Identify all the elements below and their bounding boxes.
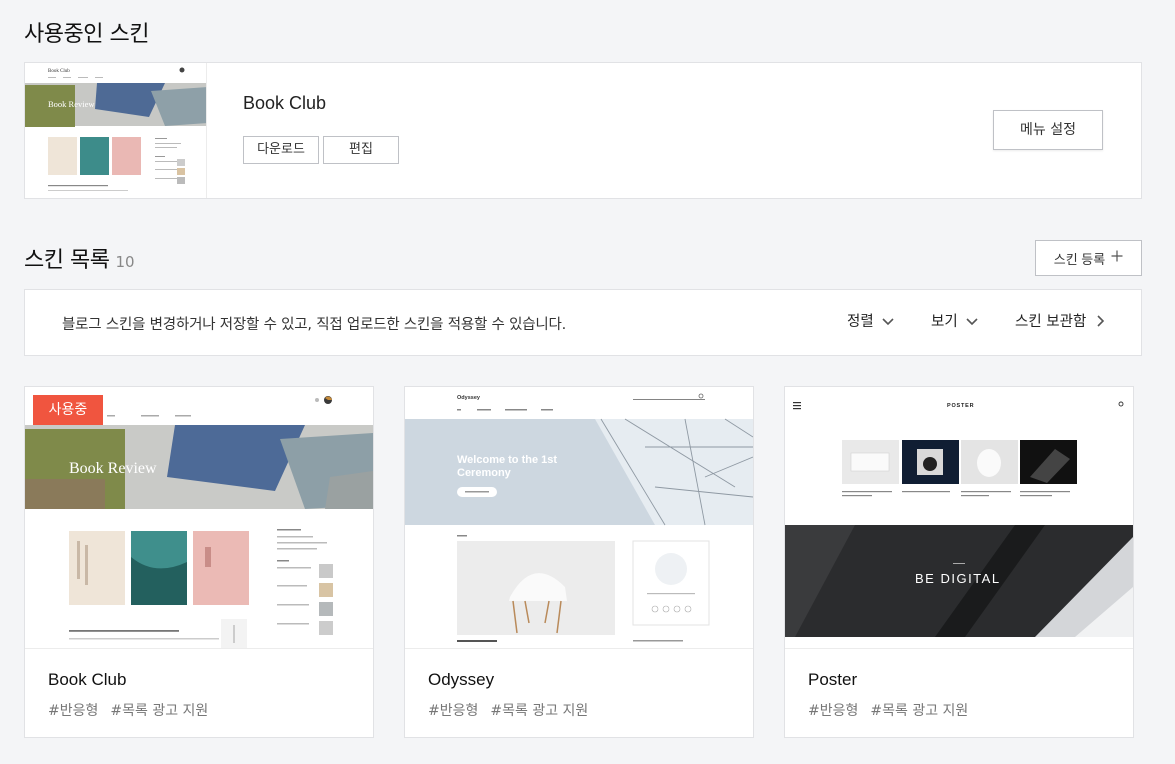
current-skin-title: 사용중인 스킨 xyxy=(24,22,149,47)
skin-tags: #반응형 #목록 광고 지원 xyxy=(428,700,588,720)
skin-card-book-club[interactable]: 사용중 Book Review Book Club #반응형 #목록 광고 지원 xyxy=(24,386,374,738)
skin-description: 블로그 스킨을 변경하거나 저장할 수 있고, 직접 업로드한 스킨을 적용할 … xyxy=(62,317,567,333)
chevron-right-icon xyxy=(1092,313,1108,329)
view-dropdown[interactable]: 보기 xyxy=(931,310,980,331)
register-skin-label: 스킨 등록 xyxy=(1053,251,1106,267)
skin-tags: #반응형 #목록 광고 지원 xyxy=(808,700,968,720)
skin-list-title: 스킨 목록 10 xyxy=(24,242,135,274)
skin-name: Poster xyxy=(808,670,858,689)
skin-card-odyssey[interactable]: Odyssey Welcome to the 1st Ceremony Odys… xyxy=(404,386,754,738)
skin-tag: #목록 광고 지원 xyxy=(490,703,589,719)
preview-brand: Odyssey xyxy=(457,395,481,401)
plus-icon xyxy=(1111,250,1123,266)
menu-settings-button[interactable]: 메뉴 설정 xyxy=(993,110,1103,150)
skin-tags: #반응형 #목록 광고 지원 xyxy=(48,700,208,720)
chevron-down-icon xyxy=(964,313,980,329)
skin-count: 10 xyxy=(115,253,135,271)
current-skin-thumbnail: Book Club Book Review xyxy=(25,63,207,198)
skin-tag: #반응형 xyxy=(48,703,99,719)
skin-settings-page: 사용중인 스킨 Book Club Book Review Book Club … xyxy=(0,0,1175,764)
sort-label: 정렬 xyxy=(847,314,874,330)
skin-tag: #목록 광고 지원 xyxy=(110,703,209,719)
edit-button[interactable]: 편집 xyxy=(323,136,399,164)
skin-info-bar: 블로그 스킨을 변경하거나 저장할 수 있고, 직접 업로드한 스킨을 적용할 … xyxy=(24,289,1142,356)
in-use-badge: 사용중 xyxy=(33,395,103,425)
view-label: 보기 xyxy=(931,314,958,330)
chevron-down-icon xyxy=(880,313,896,329)
thumb-brand: Book Club xyxy=(48,69,70,74)
skin-name: Odyssey xyxy=(428,670,495,689)
preview-brand: POSTER xyxy=(947,403,974,409)
current-skin-name: Book Club xyxy=(243,93,327,113)
current-skin-card: Book Club Book Review Book Club 다운로드 편집 … xyxy=(24,62,1142,199)
register-skin-button[interactable]: 스킨 등록 xyxy=(1035,240,1142,276)
archive-label: 스킨 보관함 xyxy=(1015,314,1087,330)
preview-hero-line2: Ceremony xyxy=(457,467,512,479)
skin-preview-odyssey: Odyssey Welcome to the 1st Ceremony xyxy=(405,387,753,649)
skin-tag: #반응형 xyxy=(808,703,859,719)
skin-archive-link[interactable]: 스킨 보관함 xyxy=(1015,310,1108,331)
skin-tag: #목록 광고 지원 xyxy=(870,703,969,719)
skin-card-poster[interactable]: POSTER BE DIGITAL Poster #반응형 #목록 광고 지원 xyxy=(784,386,1134,738)
skin-tag: #반응형 xyxy=(428,703,479,719)
preview-hero-line1: Welcome to the 1st xyxy=(457,454,557,466)
skin-preview-book-club: Book Review xyxy=(25,387,373,649)
preview-hero-text: Book Review xyxy=(69,460,157,477)
sort-dropdown[interactable]: 정렬 xyxy=(847,310,896,331)
preview-banner-text: BE DIGITAL xyxy=(915,571,1001,586)
skin-preview-poster: POSTER BE DIGITAL xyxy=(785,387,1133,649)
thumb-hero: Book Review xyxy=(48,99,95,109)
download-button[interactable]: 다운로드 xyxy=(243,136,319,164)
skin-name: Book Club xyxy=(48,670,127,689)
skin-list-title-text: 스킨 목록 xyxy=(24,248,110,273)
